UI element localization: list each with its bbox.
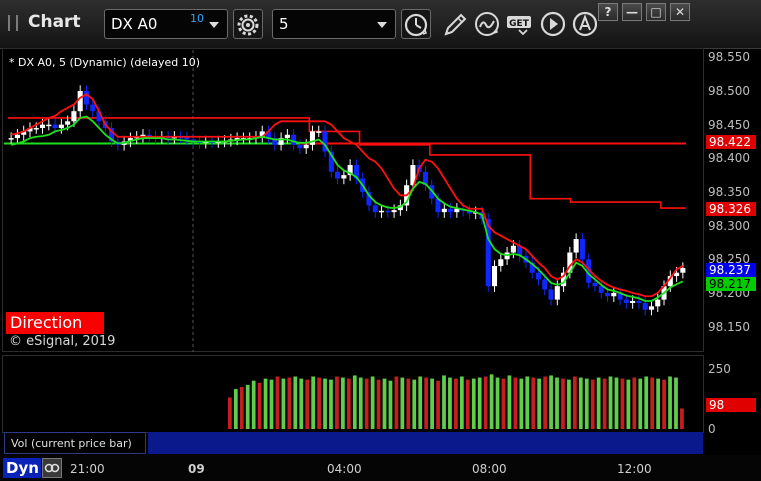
candle-body bbox=[636, 300, 642, 303]
candle-body bbox=[535, 272, 542, 280]
volume-axis-max: 250 bbox=[708, 362, 731, 376]
candle-body bbox=[184, 137, 190, 140]
candle-body bbox=[592, 282, 598, 287]
candle-body bbox=[71, 111, 77, 122]
candle-body bbox=[316, 131, 322, 133]
candle-body bbox=[542, 279, 548, 290]
candle-body bbox=[448, 208, 454, 213]
price-axis-label: 98.450 bbox=[708, 117, 750, 132]
price-axis-label: 98.350 bbox=[708, 184, 750, 199]
candle-body bbox=[335, 171, 341, 179]
candle-body bbox=[284, 134, 290, 139]
time-label: 12:00 bbox=[617, 462, 652, 476]
link-icon[interactable] bbox=[42, 458, 62, 478]
candle-body bbox=[548, 289, 554, 300]
candle-body bbox=[83, 91, 90, 105]
candle-body bbox=[378, 210, 385, 213]
price-tag-red-upper: 98.422 bbox=[706, 135, 756, 149]
volume-study-label: Vol (current price bar) bbox=[11, 437, 132, 450]
candle-body bbox=[680, 267, 686, 273]
candle-body bbox=[291, 134, 297, 145]
time-label: 04:00 bbox=[327, 462, 362, 476]
time-label: 08:00 bbox=[472, 462, 507, 476]
candle-body bbox=[441, 208, 447, 213]
candle-body bbox=[33, 128, 39, 130]
volume-tag: 98 bbox=[706, 398, 756, 412]
candle-body bbox=[510, 245, 516, 253]
price-tag-last: 98.237 bbox=[706, 263, 756, 277]
price-axis-label: 98.500 bbox=[708, 84, 750, 98]
copyright: © eSignal, 2019 bbox=[9, 334, 116, 349]
study-label: * DX A0, 5 (Dynamic) (delayed 10) bbox=[9, 56, 200, 69]
candle-body bbox=[385, 210, 391, 213]
candle-body bbox=[391, 210, 397, 213]
candle-body bbox=[648, 306, 655, 310]
price-axis-label: 98.550 bbox=[708, 50, 750, 65]
candle-body bbox=[498, 259, 504, 266]
price-axis-label: 98.150 bbox=[708, 319, 750, 334]
candle-body bbox=[46, 124, 52, 127]
time-label: 21:00 bbox=[70, 462, 105, 476]
price-tag-red-lower: 98.326 bbox=[706, 202, 756, 216]
candle-body bbox=[341, 175, 347, 179]
candle-body bbox=[554, 286, 560, 300]
candle-body bbox=[623, 299, 629, 303]
price-axis-label: 98.300 bbox=[708, 218, 750, 233]
candle-body bbox=[630, 300, 636, 303]
volume-panel[interactable] bbox=[2, 355, 704, 433]
candle-body bbox=[642, 302, 648, 310]
volume-study-tab[interactable]: Vol (current price bar) ✕ bbox=[4, 432, 159, 454]
candle-body bbox=[579, 239, 585, 260]
candle-body bbox=[65, 121, 71, 125]
candle-body bbox=[491, 265, 498, 287]
candle-body bbox=[303, 144, 309, 149]
candle-body bbox=[39, 124, 46, 129]
candle-body bbox=[573, 239, 579, 253]
candle-body bbox=[8, 138, 14, 140]
time-label: 09 bbox=[188, 462, 205, 476]
candle-body bbox=[14, 134, 20, 139]
candle-body bbox=[297, 144, 303, 149]
candle-body bbox=[309, 131, 316, 145]
price-tag-green: 98.217 bbox=[706, 277, 756, 291]
candle-body bbox=[372, 205, 378, 213]
dynamic-mode-button[interactable]: Dyn bbox=[3, 458, 41, 478]
volume-study-strip bbox=[148, 432, 703, 454]
chain-link-icon bbox=[44, 463, 60, 473]
candle-body bbox=[77, 91, 83, 112]
price-axis-label: 98.400 bbox=[708, 151, 750, 166]
candle-body bbox=[52, 124, 58, 129]
volume-axis-zero: 0 bbox=[708, 422, 716, 436]
candle-body bbox=[604, 292, 611, 297]
direction-label: Direction bbox=[6, 312, 104, 334]
candle-body bbox=[58, 124, 64, 129]
candle-body bbox=[90, 104, 96, 112]
candle-body bbox=[611, 292, 617, 297]
candle-body bbox=[655, 299, 661, 307]
